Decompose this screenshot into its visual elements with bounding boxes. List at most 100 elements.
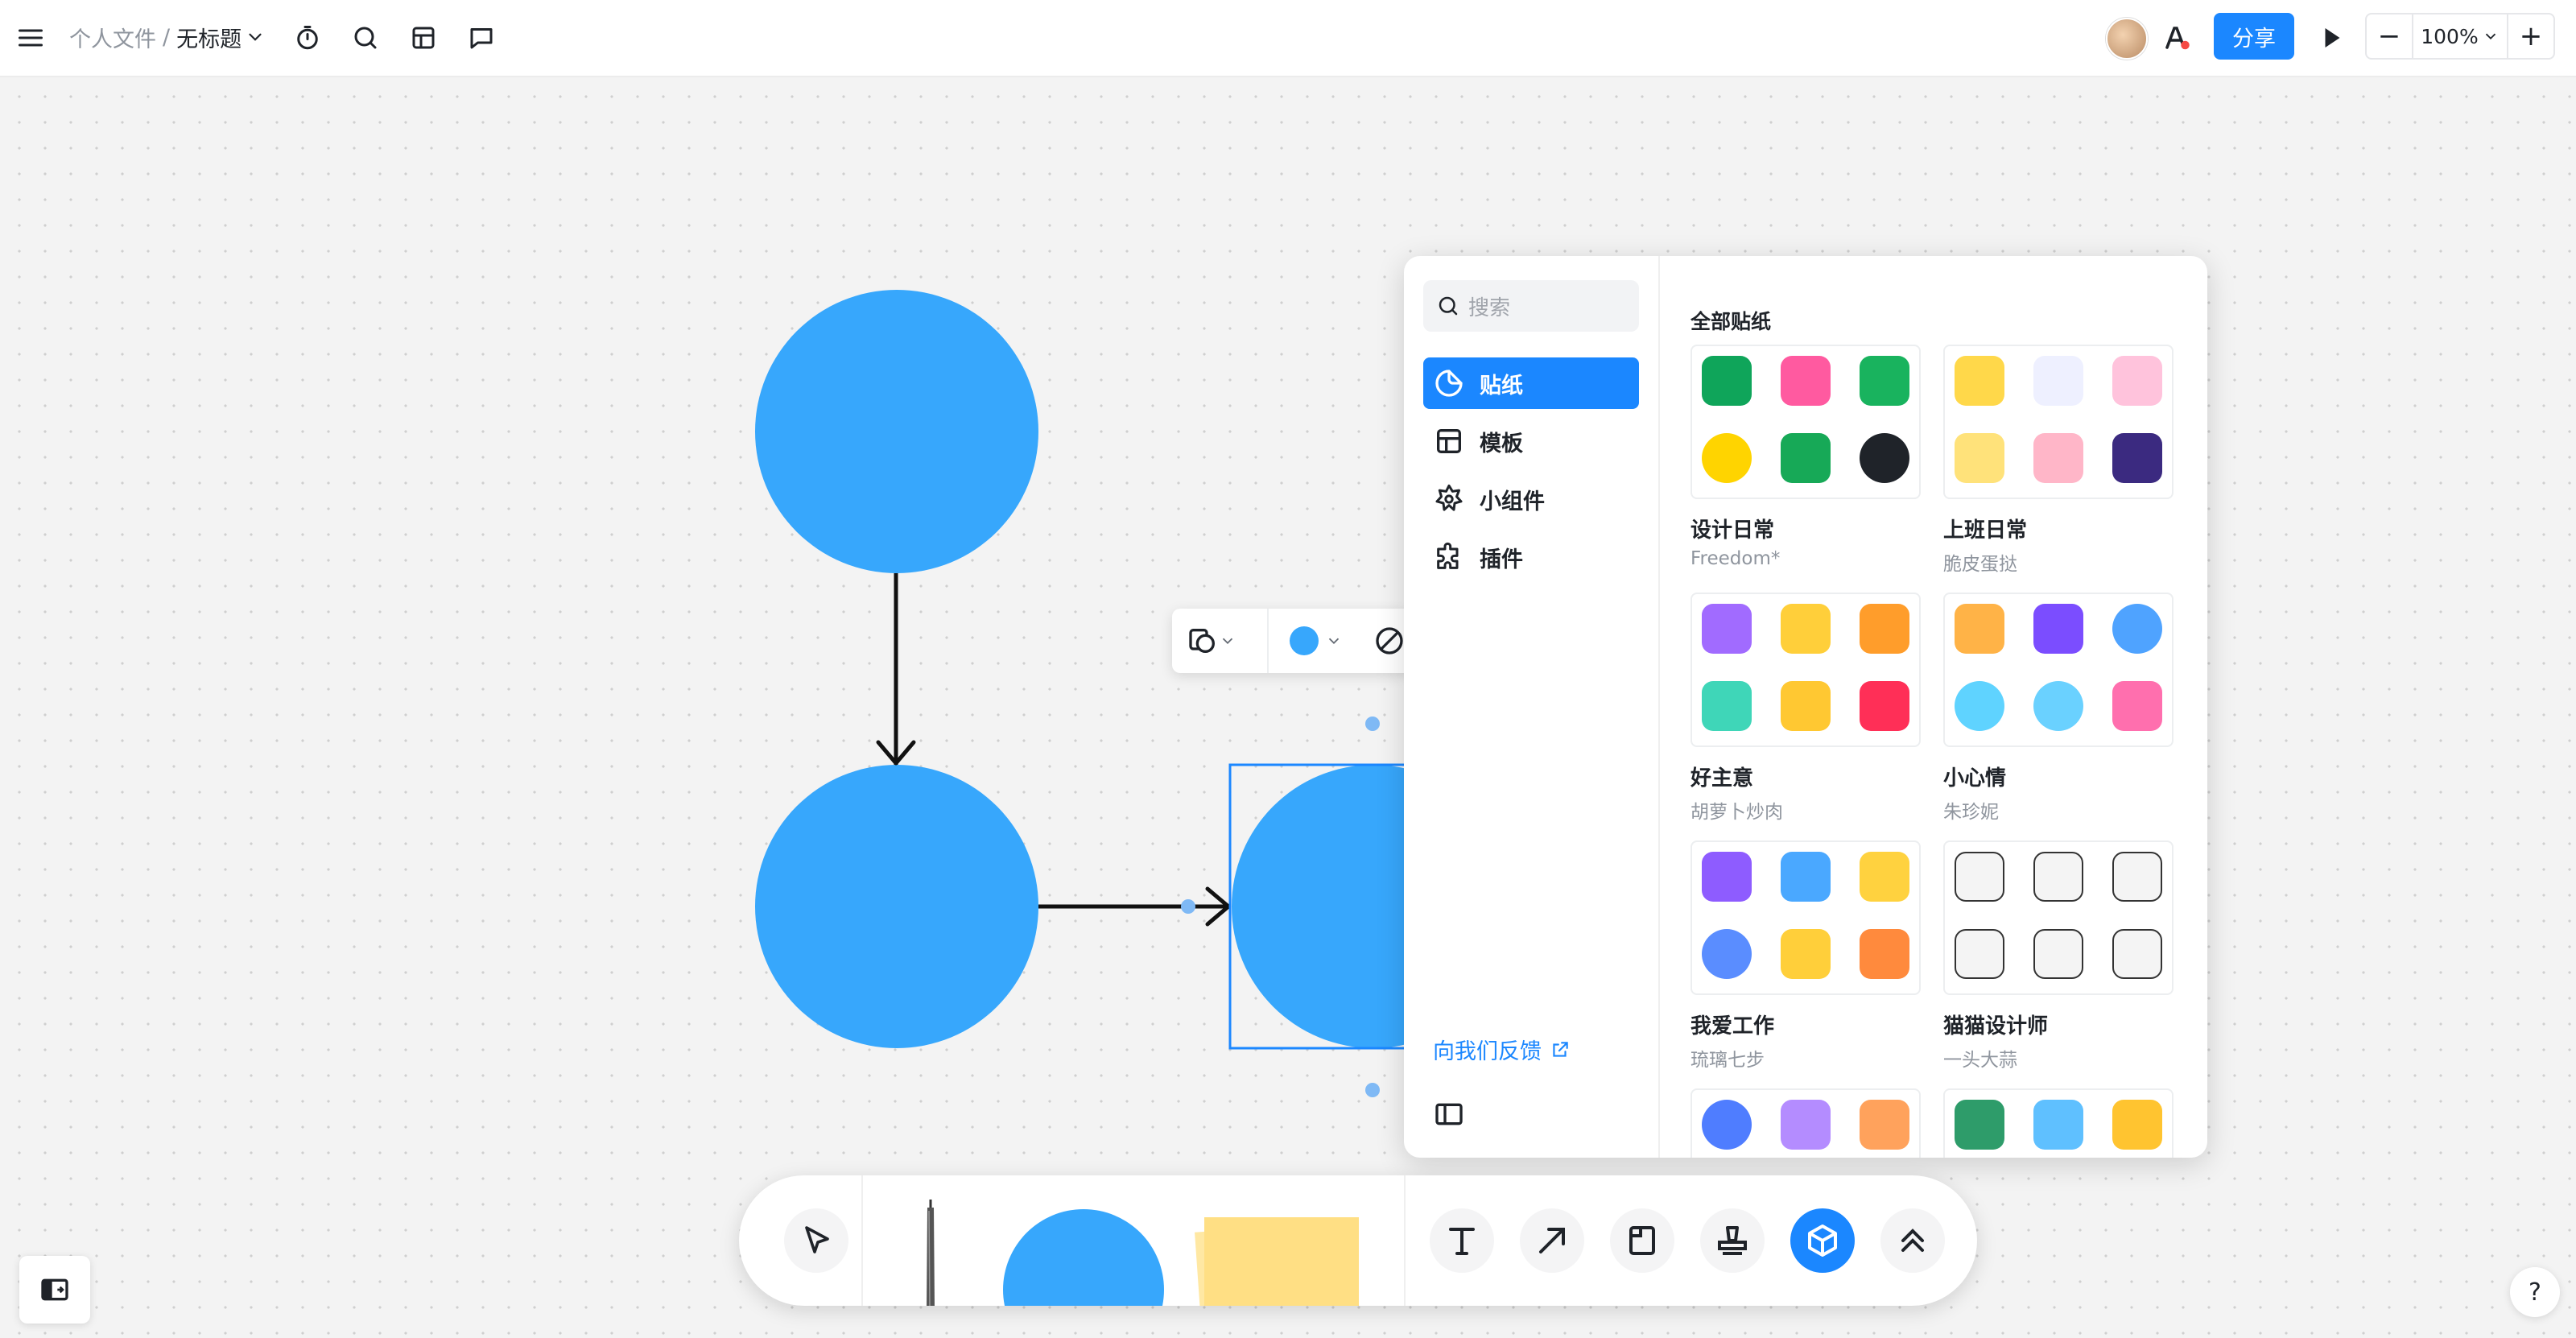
nav-label: 小组件	[1480, 489, 1545, 514]
shape-icon	[1189, 629, 1215, 653]
plugin-icon	[1437, 542, 1459, 569]
sticker-icon	[1435, 370, 1463, 397]
sticker-preview	[2033, 852, 2083, 902]
minimap-toggle[interactable]	[19, 1256, 90, 1324]
sticky-note-tool[interactable]	[1195, 1217, 1359, 1306]
chevron-down-icon	[1222, 638, 1233, 645]
sticker-preview	[1860, 604, 1909, 654]
nav-label: 模板	[1480, 431, 1523, 456]
frame-tool[interactable]	[1610, 1208, 1674, 1273]
no-border-icon[interactable]	[1370, 622, 1409, 660]
sticker-pack-thumbnail	[1943, 593, 2174, 747]
sticker-pack[interactable]: 猫猫设计师 一头大蒜	[1943, 840, 2174, 1072]
sticker-preview	[1955, 604, 2004, 654]
sticker-preview	[1702, 433, 1752, 483]
sticker-pack-name: 小心情	[1943, 766, 2007, 791]
sticker-pack-thumbnail	[1690, 593, 1921, 747]
section-title: 全部贴纸	[1690, 310, 1772, 333]
external-link-icon	[1553, 1041, 1568, 1057]
sticker-pack[interactable]	[1943, 1088, 2174, 1158]
text-icon	[1449, 1228, 1475, 1255]
sticker-pack[interactable]: 设计日常 Freedom*	[1690, 345, 1921, 569]
connector-arrow-vertical[interactable]	[876, 573, 916, 766]
frame-icon	[1629, 1226, 1655, 1255]
more-resources-tool[interactable]	[1790, 1208, 1855, 1273]
sticker-preview	[1781, 356, 1831, 406]
connection-handle[interactable]	[1365, 716, 1380, 731]
pen-icon	[927, 1200, 935, 1306]
arrow-icon	[1539, 1228, 1565, 1253]
sticker-preview	[2112, 852, 2162, 902]
sticker-preview	[1955, 852, 2004, 902]
sticker-pack[interactable]: 上班日常 脆皮蛋挞	[1943, 345, 2174, 576]
connector-tool[interactable]	[1520, 1208, 1584, 1273]
sticker-preview	[1955, 433, 2004, 483]
sticker-preview	[1781, 929, 1831, 979]
nav-item-stickers[interactable]: 贴纸	[1423, 357, 1639, 409]
sticker-pack[interactable]: 小心情 朱珍妮	[1943, 593, 2174, 824]
nav-item-widgets[interactable]: 小组件	[1423, 473, 1639, 525]
sticker-preview	[2112, 433, 2162, 483]
collapse-sidebar-icon[interactable]	[1433, 1098, 1465, 1130]
sticker-pack[interactable]	[1690, 1088, 1921, 1158]
fill-color-dropdown[interactable]	[1290, 622, 1354, 660]
sticker-pack-thumbnail	[1690, 345, 1921, 499]
nav-label: 贴纸	[1480, 373, 1523, 399]
panel-layout-icon	[41, 1278, 68, 1301]
sticker-pack-thumbnail	[1943, 1088, 2174, 1158]
nav-item-plugins[interactable]: 插件	[1423, 531, 1639, 583]
shape-toolbar	[1172, 609, 1414, 673]
connector-arrow-horizontal[interactable]	[1038, 886, 1231, 927]
sticker-preview	[1702, 1100, 1752, 1150]
sticker-pack-name: 猫猫设计师	[1943, 1014, 2049, 1039]
stamp-tool[interactable]	[1700, 1208, 1765, 1273]
sticker-preview	[1860, 929, 1909, 979]
sticker-preview	[1781, 433, 1831, 483]
sticker-pack-author: 脆皮蛋挞	[1943, 554, 2017, 575]
search-icon	[1439, 296, 1458, 316]
stamp-icon	[1718, 1226, 1747, 1255]
expand-toolbar-button[interactable]	[1880, 1208, 1945, 1273]
search-input[interactable]: 搜索	[1423, 280, 1639, 332]
sticker-preview	[1955, 356, 2004, 406]
sticker-pack-author: 琉璃七步	[1690, 1050, 1765, 1071]
sticker-panel: 搜索 贴纸 模板 小组件 插件 向我们反馈 全部贴纸 设计日常 Freedom*…	[1404, 256, 2207, 1158]
sticker-preview	[1860, 433, 1909, 483]
select-tool[interactable]	[784, 1208, 848, 1273]
sticker-pack-author: 一头大蒜	[1943, 1050, 2017, 1071]
divider	[1267, 609, 1269, 673]
connection-handle[interactable]	[1365, 1083, 1380, 1097]
pen-tool[interactable]	[924, 1200, 937, 1306]
sticker-pack-name: 我爱工作	[1690, 1014, 1775, 1039]
shape-tool[interactable]	[1003, 1209, 1164, 1306]
nav-item-templates[interactable]: 模板	[1423, 415, 1639, 467]
sticker-pack-author: 朱珍妮	[1943, 802, 1999, 823]
sticker-pack-thumbnail	[1943, 840, 2174, 995]
connection-handle[interactable]	[1181, 899, 1195, 914]
sticker-pack-name: 上班日常	[1943, 518, 2028, 543]
divider	[861, 1175, 863, 1306]
shape-type-dropdown[interactable]	[1187, 622, 1251, 660]
sticker-preview	[2033, 929, 2083, 979]
feedback-label: 向我们反馈	[1433, 1039, 1542, 1064]
sticker-preview	[1860, 356, 1909, 406]
sticker-preview	[1702, 681, 1752, 731]
sticker-preview	[1860, 852, 1909, 902]
color-swatch	[1290, 626, 1319, 655]
help-button[interactable]: ?	[2510, 1267, 2560, 1317]
feedback-link[interactable]: 向我们反馈	[1433, 1034, 1571, 1065]
text-tool[interactable]	[1430, 1208, 1494, 1273]
sticker-pack-author: 胡萝卜炒肉	[1690, 802, 1783, 823]
chevron-down-icon	[1328, 638, 1340, 645]
sticker-preview	[1955, 929, 2004, 979]
bottom-toolbar	[739, 1175, 1977, 1306]
sticker-preview	[2033, 356, 2083, 406]
sticker-preview	[2112, 681, 2162, 731]
sticker-pack[interactable]: 我爱工作 琉璃七步	[1690, 840, 1921, 1072]
sticker-pack-name: 设计日常	[1690, 518, 1775, 543]
sticker-pack[interactable]: 好主意 胡萝卜炒肉	[1690, 593, 1921, 824]
sticker-preview	[1781, 681, 1831, 731]
sticker-preview	[2112, 929, 2162, 979]
sticker-pack-name: 好主意	[1690, 766, 1754, 791]
nav-label: 插件	[1480, 547, 1523, 572]
